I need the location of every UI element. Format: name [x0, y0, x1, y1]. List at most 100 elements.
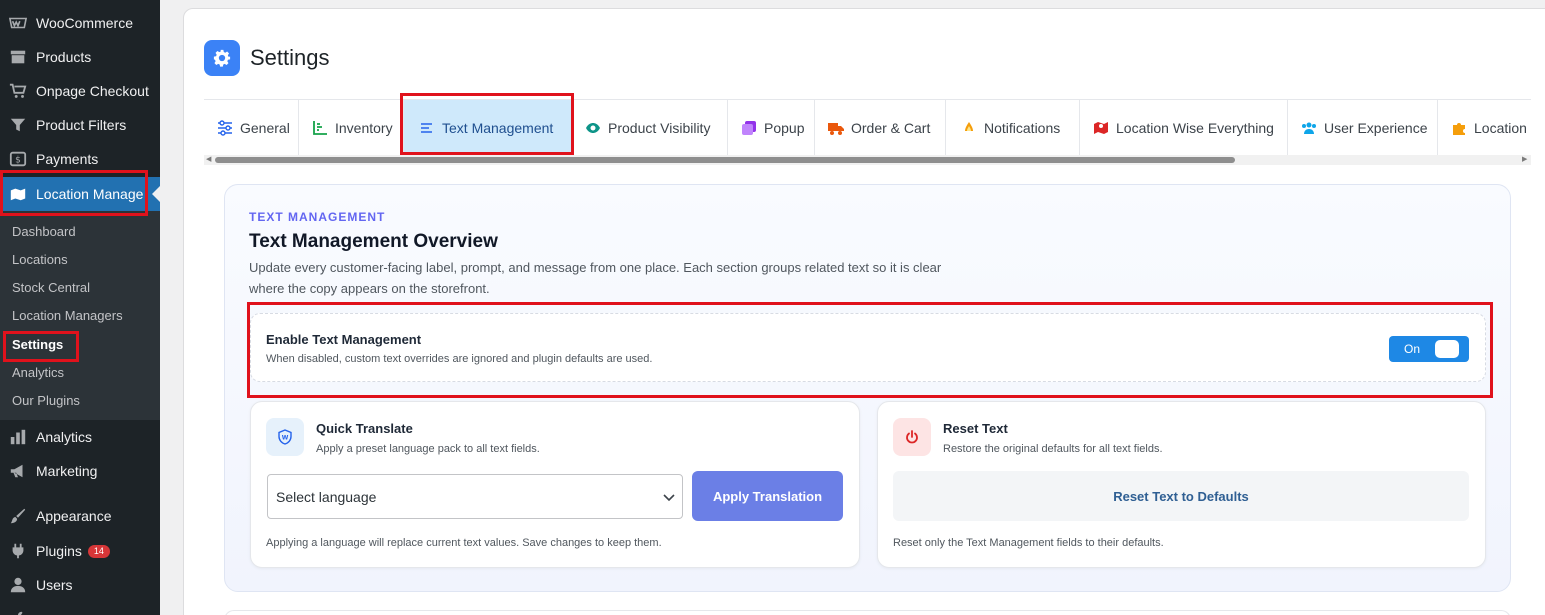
users-icon	[1300, 119, 1318, 137]
menu-item-woocommerce[interactable]: WooCommerce	[0, 6, 160, 40]
tab-popup[interactable]: Popup	[728, 100, 815, 155]
submenu-location-managers[interactable]: Location Managers	[12, 308, 123, 323]
menu-label: Plugins	[36, 543, 82, 559]
puzzle-icon	[1450, 119, 1468, 137]
tab-label: Notifications	[984, 119, 1061, 136]
reset-text-defaults-button[interactable]: Reset Text to Defaults	[893, 471, 1469, 521]
svg-text:$: $	[15, 156, 21, 166]
page-title: Settings	[250, 45, 330, 70]
menu-label: Onpage Checkout	[36, 83, 149, 99]
tab-user-experience[interactable]: User Experience	[1288, 100, 1438, 155]
submenu-dashboard[interactable]: Dashboard	[12, 224, 76, 239]
menu-item-product-filters[interactable]: Product Filters	[0, 108, 160, 142]
clone-icon	[740, 119, 758, 137]
submenu-analytics[interactable]: Analytics	[12, 365, 64, 380]
menu-item-payments[interactable]: $ Payments	[0, 142, 160, 176]
menu-item-appearance[interactable]: Appearance	[0, 499, 160, 533]
menu-label: Marketing	[36, 463, 98, 479]
chart-line-icon	[311, 119, 329, 137]
location-manage-submenu: Dashboard Locations Stock Central Locati…	[0, 211, 160, 420]
tab-label: General	[240, 119, 290, 136]
svg-text:W: W	[282, 435, 289, 442]
map-icon	[1092, 119, 1110, 137]
menu-label: WooCommerce	[36, 15, 133, 31]
power-icon	[893, 418, 931, 456]
enable-title: Enable Text Management	[266, 332, 422, 347]
toggle-label: On	[1404, 342, 1421, 356]
menu-label: Appearance	[36, 508, 112, 524]
section-title: Text Management Overview	[249, 231, 498, 252]
menu-item-products[interactable]: Products	[0, 40, 160, 74]
enable-text-management-card	[250, 313, 1486, 382]
menu-label: Location Manage	[36, 186, 144, 202]
menu-item-location-manage[interactable]: Location Manage	[0, 177, 160, 211]
menu-label: Payments	[36, 151, 99, 167]
menu-item-users[interactable]: Users	[0, 568, 160, 602]
menu-label: Product Filters	[36, 117, 127, 133]
tab-general[interactable]: General	[204, 100, 299, 155]
tab-product-visibility[interactable]: Product Visibility	[572, 100, 728, 155]
next-section-card	[224, 610, 1511, 615]
tab-label: Location	[1474, 119, 1527, 136]
tab-label: Inventory	[335, 119, 393, 136]
tab-label: Order & Cart	[851, 119, 931, 136]
reset-text-description: Restore the original defaults for all te…	[943, 443, 1163, 455]
menu-label: Analytics	[36, 429, 93, 445]
tab-label: Product Visibility	[608, 119, 711, 136]
tab-location[interactable]: Location	[1438, 100, 1531, 155]
brush-icon	[8, 506, 28, 526]
tab-label: User Experience	[1324, 119, 1428, 136]
tab-label: Location Wise Everything	[1116, 119, 1274, 136]
scroll-right-arrow[interactable]: ▶	[1522, 155, 1527, 163]
reset-text-note: Reset only the Text Management fields to…	[893, 537, 1164, 549]
sliders-icon	[216, 119, 234, 137]
tab-label: Text Management	[442, 119, 554, 136]
money-icon: $	[8, 149, 28, 169]
scroll-left-arrow[interactable]: ◀	[206, 155, 211, 163]
section-eyebrow: TEXT MANAGEMENT	[249, 210, 386, 224]
menu-item-marketing[interactable]: Marketing	[0, 454, 160, 488]
plugins-update-badge: 14	[87, 544, 110, 558]
reset-text-title: Reset Text	[943, 421, 1008, 436]
menu-item-tools[interactable]	[0, 602, 160, 615]
align-left-icon	[418, 119, 436, 137]
menu-item-plugins[interactable]: Plugins 14	[0, 534, 160, 568]
tab-notifications[interactable]: Notifications	[946, 100, 1080, 155]
tab-text-management[interactable]: Text Management	[404, 100, 572, 155]
submenu-our-plugins[interactable]: Our Plugins	[12, 393, 80, 408]
filter-icon	[8, 115, 28, 135]
chevron-down-icon	[663, 494, 675, 502]
tab-inventory[interactable]: Inventory	[299, 100, 404, 155]
menu-label: Users	[36, 577, 73, 593]
wrench-icon	[8, 609, 28, 615]
quick-translate-title: Quick Translate	[316, 421, 413, 436]
bar-chart-icon	[8, 427, 28, 447]
menu-label: Products	[36, 49, 92, 65]
section-description: Update every customer-facing label, prom…	[249, 260, 942, 296]
megaphone-icon	[8, 461, 28, 481]
cart-icon	[8, 81, 28, 101]
translate-icon: W	[266, 418, 304, 456]
menu-item-onpage-checkout[interactable]: Onpage Checkout	[0, 74, 160, 108]
enable-description: When disabled, custom text overrides are…	[266, 353, 653, 365]
quick-translate-description: Apply a preset language pack to all text…	[316, 443, 540, 455]
apply-translation-button[interactable]: Apply Translation	[692, 471, 843, 521]
tab-label: Popup	[764, 119, 805, 136]
tab-location-wise-everything[interactable]: Location Wise Everything	[1080, 100, 1288, 155]
menu-item-analytics[interactable]: Analytics	[0, 420, 160, 454]
submenu-stock-central[interactable]: Stock Central	[12, 280, 90, 295]
user-icon	[8, 575, 28, 595]
truck-icon	[827, 119, 845, 137]
admin-sidebar: WooCommerce Products Onpage Checkout Pro…	[0, 0, 160, 615]
bell-icon	[960, 119, 978, 137]
woocommerce-icon	[8, 13, 28, 33]
language-select-value: Select language	[276, 489, 377, 505]
settings-tabs: General Inventory Text Management Produc…	[204, 99, 1531, 155]
tab-order-cart[interactable]: Order & Cart	[815, 100, 946, 155]
submenu-settings[interactable]: Settings	[12, 337, 63, 352]
tabs-scrollbar-thumb[interactable]	[215, 157, 1235, 163]
location-map-icon	[8, 184, 28, 204]
eye-icon	[584, 119, 602, 137]
archive-icon	[8, 47, 28, 67]
submenu-locations[interactable]: Locations	[12, 252, 68, 267]
